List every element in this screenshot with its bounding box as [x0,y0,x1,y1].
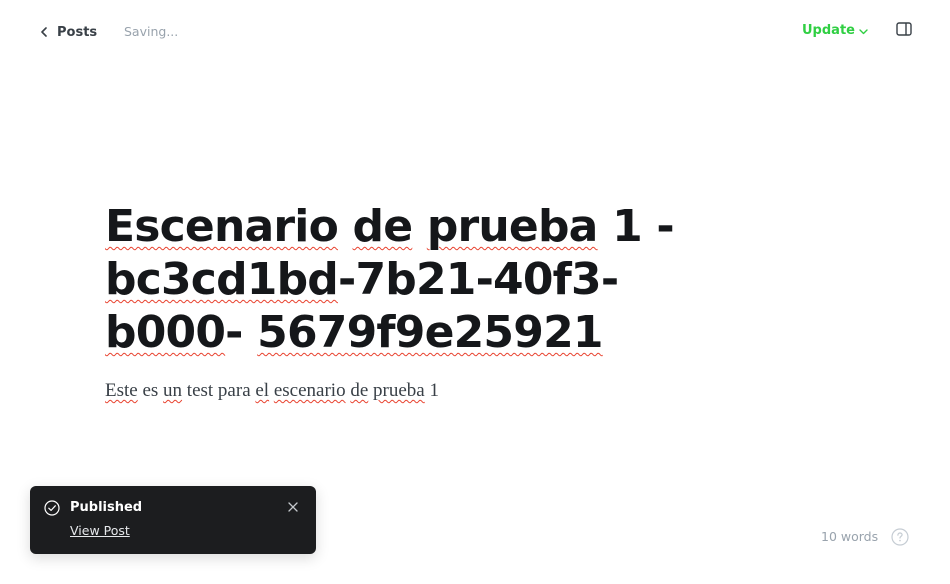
title-word: b000 [105,307,226,358]
post-editor: Posts Saving... Update Escenario de prue… [0,0,950,584]
chevron-down-icon [859,28,868,34]
body-word: 1 [424,380,439,401]
word-count: 10 words [821,529,879,544]
post-title[interactable]: Escenario de prueba 1 - bc3cd1bd-7b21-40… [105,200,745,359]
body-word: el [255,380,270,401]
body-word: test para [182,380,256,401]
body-word: prueba [373,380,425,401]
title-word: de [352,201,414,252]
title-word [338,201,353,252]
back-label: Posts [57,24,98,40]
check-circle-icon [44,500,60,516]
title-word: prueba [426,201,599,252]
title-word [243,307,258,358]
published-toast: Published View Post [30,486,316,554]
body-word: de [350,380,369,401]
save-status: Saving... [124,24,179,39]
close-icon[interactable] [288,502,298,512]
update-button[interactable]: Update [802,23,868,38]
title-word [412,201,427,252]
help-icon[interactable] [891,528,909,546]
title-word: bc3cd1bd [105,254,339,305]
title-word: - [225,307,243,358]
title-word: -7b21-40f3- [337,254,619,305]
back-to-posts-link[interactable]: Posts [40,22,97,42]
title-word: Escenario [105,201,339,252]
toast-title: Published [70,500,143,515]
title-word: 5679f9e25921 [257,307,603,358]
update-label: Update [802,23,855,38]
body-word: un [163,380,183,401]
title-word: 1 - [597,201,675,252]
chevron-left-icon [41,27,47,37]
body-word: escenario [273,380,346,401]
body-word: es [137,380,164,401]
view-post-link[interactable]: View Post [70,523,130,538]
post-body[interactable]: Este es un test para el escenario de pru… [105,380,439,402]
body-word: Este [105,380,138,401]
sidebar-icon[interactable] [896,22,912,36]
